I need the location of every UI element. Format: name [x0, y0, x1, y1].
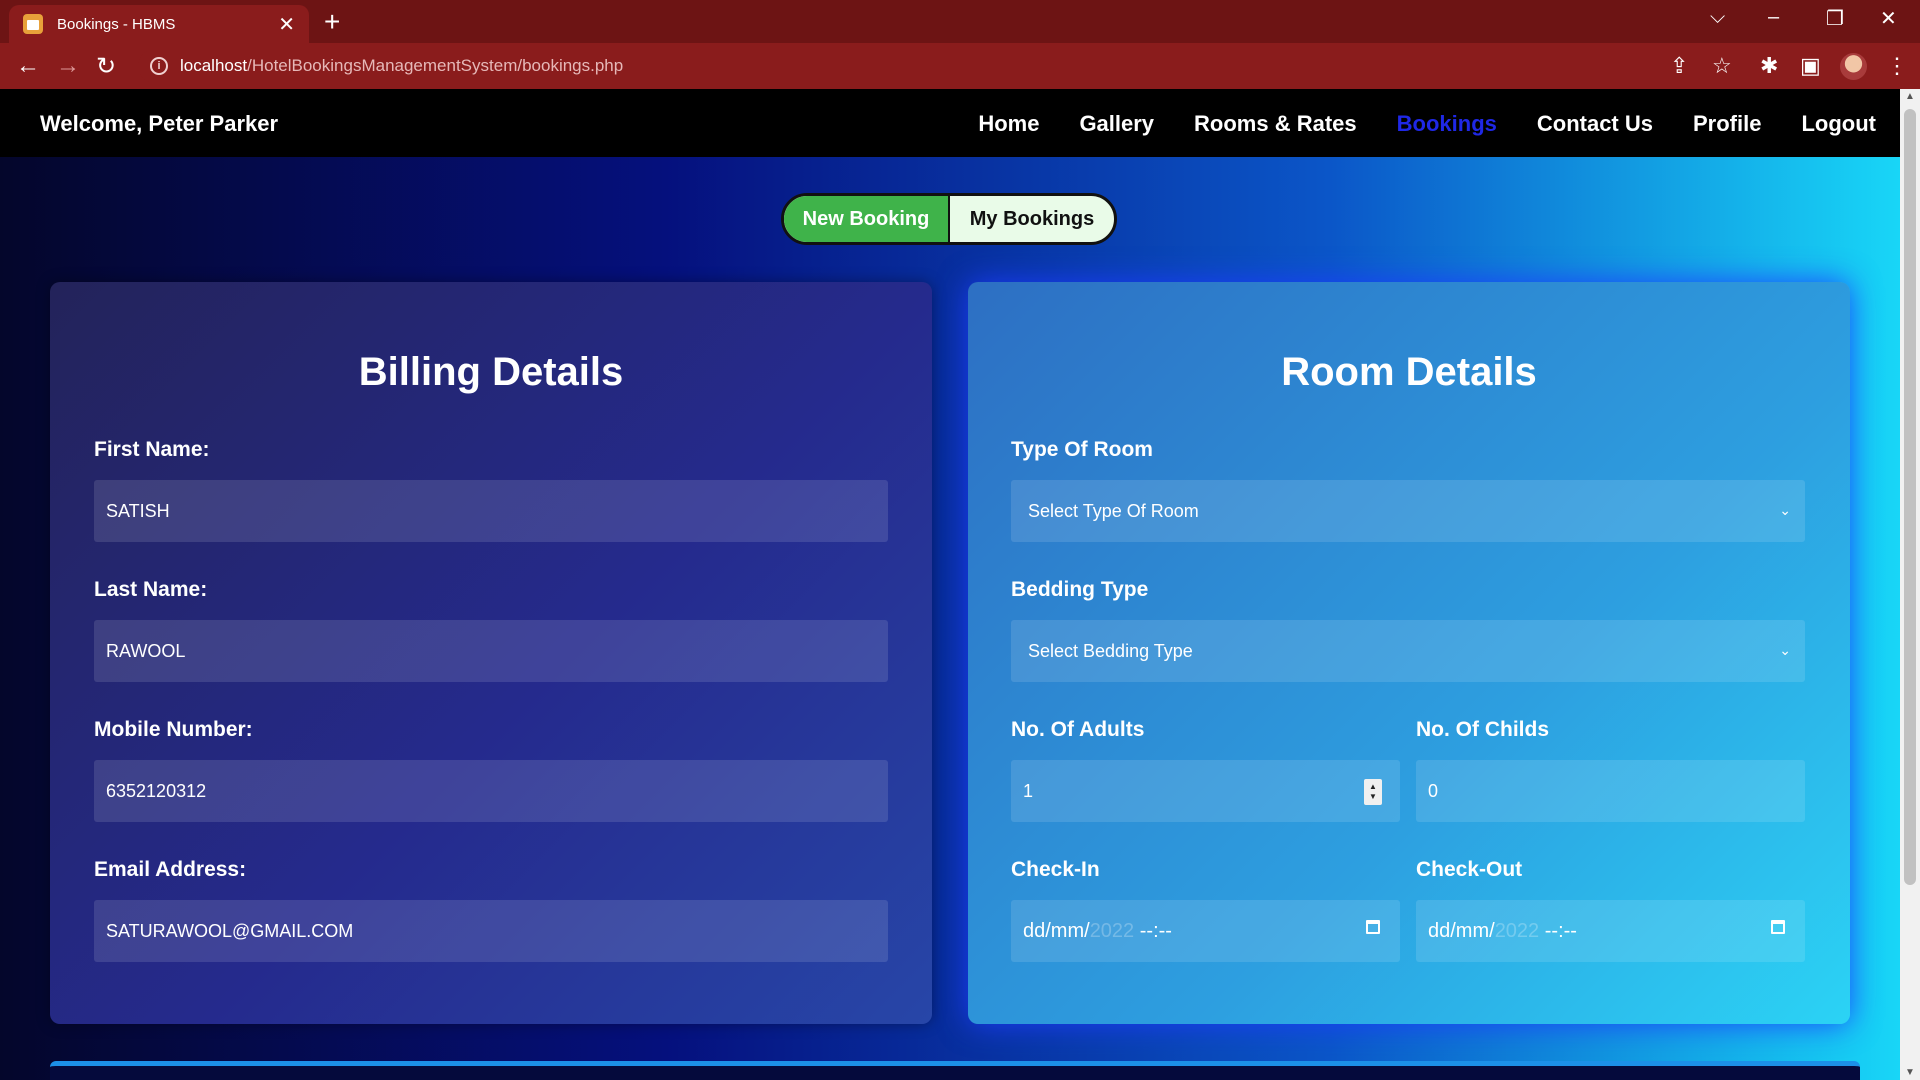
extensions-puzzle-icon[interactable]: ✱	[1760, 53, 1778, 79]
room-type-label: Type Of Room	[1011, 438, 1153, 461]
page-scrollbar[interactable]: ▲ ▼	[1900, 89, 1920, 1080]
room-details-card: Room Details Type Of Room Select Type Of…	[968, 282, 1850, 1024]
close-tab-icon[interactable]: ✕	[278, 12, 295, 37]
stepper-up-icon[interactable]: ▲	[1369, 782, 1377, 792]
checkin-label: Check-In	[1011, 858, 1100, 881]
profile-avatar[interactable]	[1840, 53, 1867, 80]
bedding-type-label: Bedding Type	[1011, 578, 1149, 601]
adults-value: 1	[1023, 780, 1034, 801]
childs-input[interactable]: 0	[1416, 760, 1805, 822]
tab-search-chevron-icon[interactable]: ⌵	[1710, 6, 1725, 29]
calendar-icon[interactable]	[1366, 920, 1380, 934]
minimize-icon[interactable]: –	[1768, 6, 1779, 29]
nav-bookings[interactable]: Bookings	[1397, 111, 1497, 137]
browser-menu-icon[interactable]: ⋮	[1886, 53, 1908, 79]
reload-icon[interactable]: ↻	[96, 52, 116, 81]
chevron-down-icon: ⌄	[1779, 502, 1791, 518]
last-name-field[interactable]: RAWOOL	[94, 620, 888, 682]
new-tab-icon[interactable]: +	[324, 6, 340, 38]
back-arrow-icon[interactable]: ←	[16, 52, 40, 80]
adults-input[interactable]: 1 ▲ ▼	[1011, 760, 1400, 822]
site-navbar: Welcome, Peter Parker Home Gallery Rooms…	[0, 89, 1900, 157]
email-value: SATURAWOOL@GMAIL.COM	[106, 920, 354, 941]
last-name-label: Last Name:	[94, 578, 208, 601]
checkout-label: Check-Out	[1416, 858, 1523, 881]
browser-tab-bar: Bookings - HBMS ✕ + ⌵ – ❐ ✕	[0, 0, 1920, 43]
browser-tab[interactable]: Bookings - HBMS ✕	[9, 5, 309, 43]
nav-rooms-rates[interactable]: Rooms & Rates	[1194, 111, 1357, 137]
url-input[interactable]: i localhost/HotelBookingsManagementSyste…	[138, 49, 1688, 83]
url-text: localhost/HotelBookingsManagementSystem/…	[180, 56, 624, 75]
forward-arrow-icon[interactable]: →	[56, 52, 80, 80]
booking-view-toggle: New Booking My Bookings	[781, 193, 1117, 245]
site-info-icon[interactable]: i	[150, 57, 168, 75]
tab-title: Bookings - HBMS	[57, 15, 176, 33]
main-menu: Home Gallery Rooms & Rates Bookings Cont…	[978, 111, 1876, 137]
first-name-label: First Name:	[94, 438, 210, 461]
address-bar: ← → ↻ i localhost/HotelBookingsManagemen…	[0, 43, 1920, 89]
first-name-value: SATISH	[106, 500, 170, 521]
first-name-field[interactable]: SATISH	[94, 480, 888, 542]
last-name-value: RAWOOL	[106, 640, 186, 661]
adults-label: No. Of Adults	[1011, 718, 1145, 741]
nav-logout[interactable]: Logout	[1801, 111, 1876, 137]
checkout-value: dd/mm/2022 --:--	[1428, 919, 1577, 942]
checkin-value: dd/mm/2022 --:--	[1023, 919, 1172, 942]
nav-contact-us[interactable]: Contact Us	[1537, 111, 1653, 137]
mobile-field[interactable]: 6352120312	[94, 760, 888, 822]
chevron-down-icon: ⌄	[1779, 642, 1791, 658]
scroll-down-icon[interactable]: ▼	[1905, 1067, 1915, 1078]
restore-icon[interactable]: ❐	[1826, 6, 1844, 31]
bedding-type-value: Select Bedding Type	[1028, 640, 1193, 661]
childs-value: 0	[1428, 780, 1439, 801]
checkin-datetime-input[interactable]: dd/mm/2022 --:--	[1011, 900, 1400, 962]
share-icon[interactable]: ⇪	[1670, 53, 1688, 79]
side-panel-icon[interactable]: ▣	[1800, 53, 1821, 79]
room-type-value: Select Type Of Room	[1028, 500, 1199, 521]
next-section-edge	[50, 1061, 1860, 1080]
welcome-text: Welcome, Peter Parker	[40, 111, 279, 136]
mobile-value: 6352120312	[106, 780, 207, 801]
room-type-select[interactable]: Select Type Of Room ⌄	[1011, 480, 1805, 542]
bookmark-star-icon[interactable]: ☆	[1712, 53, 1732, 79]
bedding-type-select[interactable]: Select Bedding Type ⌄	[1011, 620, 1805, 682]
nav-profile[interactable]: Profile	[1693, 111, 1761, 137]
scrollbar-thumb[interactable]	[1904, 109, 1916, 885]
email-field[interactable]: SATURAWOOL@GMAIL.COM	[94, 900, 888, 962]
mobile-label: Mobile Number:	[94, 718, 253, 741]
checkout-datetime-input[interactable]: dd/mm/2022 --:--	[1416, 900, 1805, 962]
billing-title: Billing Details	[358, 350, 624, 394]
billing-details-card: Billing Details First Name: SATISH Last …	[50, 282, 932, 1024]
new-booking-button[interactable]: New Booking	[784, 196, 950, 242]
room-title: Room Details	[1281, 350, 1537, 394]
stepper-down-icon[interactable]: ▼	[1369, 792, 1377, 802]
close-window-icon[interactable]: ✕	[1880, 6, 1897, 31]
number-stepper[interactable]: ▲ ▼	[1364, 779, 1382, 805]
scroll-up-icon[interactable]: ▲	[1905, 91, 1915, 102]
email-label: Email Address:	[94, 858, 247, 881]
my-bookings-button[interactable]: My Bookings	[950, 196, 1114, 242]
calendar-icon[interactable]	[1771, 920, 1785, 934]
nav-home[interactable]: Home	[978, 111, 1039, 137]
childs-label: No. Of Childs	[1416, 718, 1549, 741]
hotel-favicon-icon	[23, 14, 43, 34]
nav-gallery[interactable]: Gallery	[1079, 111, 1154, 137]
page-viewport: Welcome, Peter Parker Home Gallery Rooms…	[0, 89, 1900, 1080]
